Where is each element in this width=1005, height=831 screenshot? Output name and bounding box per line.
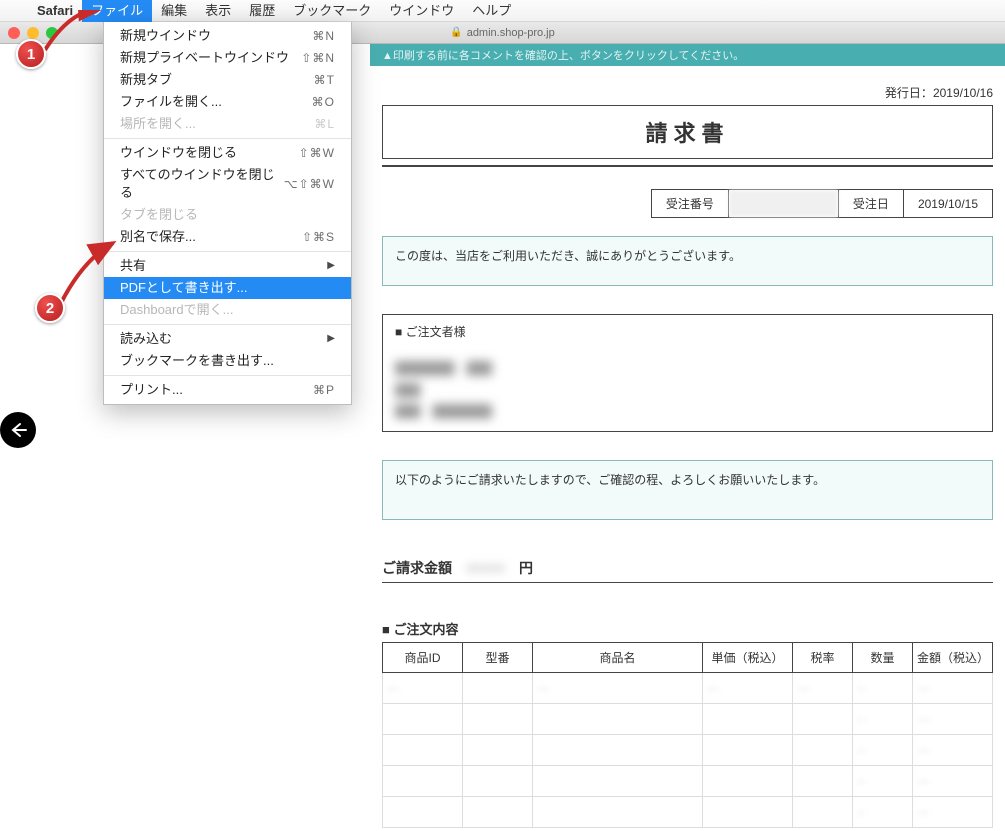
menubar-view[interactable]: 表示: [196, 0, 240, 22]
lock-icon: 🔒: [450, 27, 462, 38]
menubar-edit[interactable]: 編集: [152, 0, 196, 22]
order-meta-table: 受注番号 0000000000 受注日 2019/10/15: [651, 189, 993, 218]
table-row: -----: [383, 734, 993, 765]
menu-close-tab: タブを閉じる: [104, 204, 351, 226]
menu-save-as[interactable]: 別名で保存...⇧⌘S: [104, 226, 351, 248]
menu-close-window[interactable]: ウインドウを閉じる⇧⌘W: [104, 142, 351, 164]
submenu-arrow-icon: ▶: [327, 257, 335, 275]
table-row: -----------------: [383, 672, 993, 703]
items-table: 商品ID 型番 商品名 単価（税込） 税率 数量 金額（税込） --------…: [382, 642, 993, 828]
menubar: Safari ファイル 編集 表示 履歴 ブックマーク ウインドウ ヘルプ: [0, 0, 1005, 22]
orderer-label: ■ ご注文者様: [395, 323, 980, 340]
menubar-history[interactable]: 履歴: [240, 0, 284, 22]
annotation-arrow-2: [58, 240, 128, 310]
menu-open-file[interactable]: ファイルを開く...⌘O: [104, 91, 351, 113]
menu-new-tab[interactable]: 新規タブ⌘T: [104, 69, 351, 91]
table-row: -----: [383, 796, 993, 827]
orderer-details: ███████ █████████ ███████: [395, 358, 980, 423]
annotation-arrow-1: [40, 10, 120, 60]
menu-export-pdf[interactable]: PDFとして書き出す...: [104, 277, 351, 299]
menubar-window[interactable]: ウインドウ: [380, 0, 463, 22]
submenu-arrow-icon: ▶: [327, 330, 335, 348]
menu-import[interactable]: 読み込む▶: [104, 328, 351, 350]
address-host: admin.shop-pro.jp: [467, 27, 555, 39]
order-date-label: 受注日: [838, 190, 903, 218]
orderer-box: ■ ご注文者様 ███████ █████████ ███████: [382, 314, 993, 432]
annotation-badge-2: 2: [35, 293, 65, 323]
back-button[interactable]: [0, 412, 36, 448]
menu-close-all-windows[interactable]: すべてのウインドウを閉じる⌥⇧⌘W: [104, 164, 351, 204]
arrow-left-icon: [13, 424, 26, 436]
invoice-document: 発行日：2019/10/16 請求書 受注番号 0000000000 受注日 2…: [370, 44, 1005, 828]
order-date-value: 2019/10/15: [903, 190, 992, 218]
menu-print[interactable]: プリント...⌘P: [104, 379, 351, 401]
order-no-label: 受注番号: [651, 190, 728, 218]
menu-new-window[interactable]: 新規ウインドウ⌘N: [104, 25, 351, 47]
order-no-value: 0000000000: [728, 190, 838, 218]
request-box: 以下のようにご請求いたしますので、ご確認の程、よろしくお願いいたします。: [382, 460, 993, 520]
menu-share[interactable]: 共有▶: [104, 255, 351, 277]
menu-open-location: 場所を開く...⌘L: [104, 113, 351, 135]
menubar-help[interactable]: ヘルプ: [463, 0, 520, 22]
order-contents-label: ■ ご注文内容: [382, 619, 993, 638]
issue-date: 発行日：2019/10/16: [382, 84, 993, 101]
thanks-box: この度は、当店をご利用いただき、誠にありがとうございます。: [382, 236, 993, 286]
menu-export-bookmarks[interactable]: ブックマークを書き出す...: [104, 350, 351, 372]
minimize-window-button[interactable]: [27, 27, 39, 39]
menu-new-private-window[interactable]: 新規プライベートウインドウ⇧⌘N: [104, 47, 351, 69]
file-menu: 新規ウインドウ⌘N 新規プライベートウインドウ⇧⌘N 新規タブ⌘T ファイルを開…: [103, 22, 352, 405]
menu-open-dashboard: Dashboardで開く...: [104, 299, 351, 321]
close-window-button[interactable]: [8, 27, 20, 39]
invoice-amount: ご請求金額 00000 円: [382, 558, 993, 578]
annotation-badge-1: 1: [16, 39, 46, 69]
invoice-title: 請求書: [382, 105, 993, 159]
menubar-bookmarks[interactable]: ブックマーク: [284, 0, 380, 22]
table-row: -----: [383, 765, 993, 796]
table-row: -----: [383, 703, 993, 734]
